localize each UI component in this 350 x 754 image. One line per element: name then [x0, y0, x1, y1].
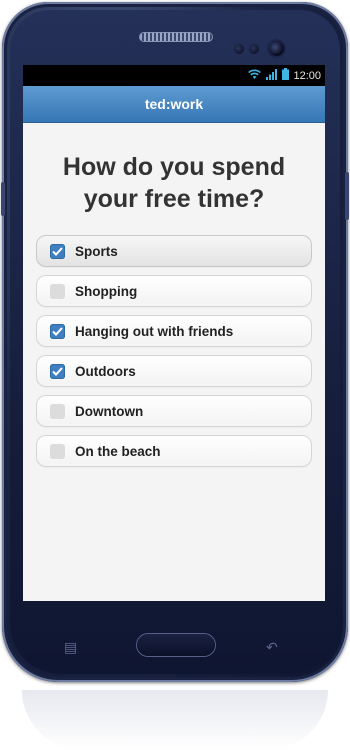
option-downtown[interactable]: Downtown [36, 395, 312, 427]
screen: 12:00 ted:work How do you spend your fre… [23, 65, 325, 601]
question-heading: How do you spend your free time? [40, 151, 308, 215]
app-title: ted:work [144, 96, 204, 112]
battery-icon [282, 67, 290, 85]
option-label: Hanging out with friends [75, 323, 234, 339]
option-label: Outdoors [75, 363, 136, 379]
option-label: On the beach [75, 443, 161, 459]
signal-icon [266, 67, 278, 85]
options-list: Sports Shopping Hanging out with friends [36, 235, 312, 467]
checkbox-checked[interactable] [50, 363, 65, 379]
phone-reflection [22, 690, 328, 750]
app-title-bar: ted:work [23, 86, 325, 123]
checkbox-unchecked[interactable] [50, 443, 65, 459]
volume-button [345, 172, 349, 220]
status-bar: 12:00 [23, 65, 325, 86]
checkbox-checked[interactable] [50, 243, 65, 259]
power-button [1, 182, 5, 216]
front-camera-icon [269, 41, 284, 56]
checkbox-unchecked[interactable] [50, 403, 65, 419]
option-hanging-out-with-friends[interactable]: Hanging out with friends [36, 315, 312, 347]
option-label: Shopping [75, 283, 138, 299]
option-shopping[interactable]: Shopping [36, 275, 312, 307]
option-label: Sports [75, 243, 118, 259]
option-sports[interactable]: Sports [36, 235, 312, 267]
option-label: Downtown [75, 403, 144, 419]
light-sensor [249, 44, 259, 54]
menu-key-icon[interactable]: ▤ [64, 639, 77, 656]
phone-frame: 12:00 ted:work How do you spend your fre… [1, 2, 349, 682]
content-area: How do you spend your free time? Sports … [23, 151, 325, 467]
earpiece-speaker [140, 33, 212, 41]
checkbox-unchecked[interactable] [50, 283, 65, 299]
checkbox-checked[interactable] [50, 323, 65, 339]
proximity-sensor [234, 44, 244, 54]
back-key-icon[interactable]: ↶ [266, 639, 278, 656]
question-line-1: How do you spend [62, 153, 286, 181]
question-line-2: your free time? [83, 185, 265, 213]
wifi-icon [247, 67, 262, 85]
status-time: 12:00 [293, 69, 321, 82]
option-on-the-beach[interactable]: On the beach [36, 435, 312, 467]
home-button[interactable] [137, 634, 215, 656]
option-outdoors[interactable]: Outdoors [36, 355, 312, 387]
